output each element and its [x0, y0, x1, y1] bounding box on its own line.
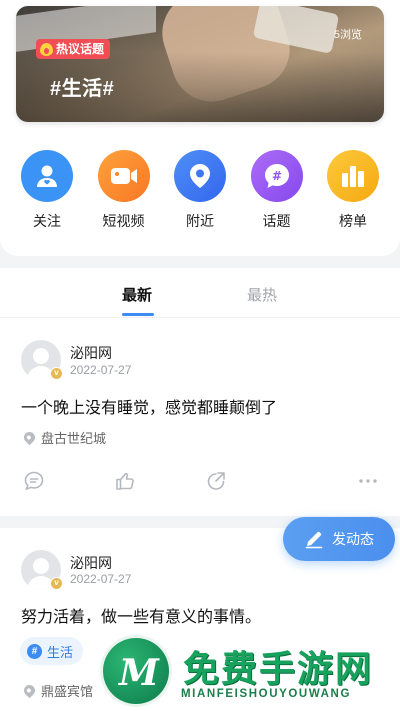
- tab-latest[interactable]: 最新: [122, 284, 152, 305]
- banner-view-count: 5浏览: [333, 29, 362, 41]
- post-location-label: 鼎盛宾馆: [41, 684, 94, 699]
- tab-hottest[interactable]: 最热: [247, 284, 277, 305]
- more-options-icon[interactable]: [357, 470, 379, 492]
- tab-active-indicator: [122, 313, 154, 316]
- nav-topics-label: 话题: [262, 213, 291, 229]
- follow-user-icon: [21, 150, 73, 202]
- post-actions: [0, 470, 400, 494]
- watermark-subtitle: MIANFEISHOUYOUWANG: [181, 688, 351, 700]
- video-camera-icon: [97, 150, 150, 202]
- post-author[interactable]: 泌阳网: [70, 343, 112, 363]
- post-card[interactable]: v 泌阳网 2022-07-27 一个晚上没有睡觉，感觉都睡颠倒了 盘古世纪城: [0, 318, 400, 516]
- fire-icon: [40, 42, 53, 56]
- hot-topic-banner[interactable]: 热议话题 #生活# 5浏览: [16, 6, 384, 122]
- nav-short-video[interactable]: 短视频: [94, 150, 154, 231]
- topic-hashtag-icon: #: [250, 150, 303, 202]
- like-icon[interactable]: [114, 470, 136, 492]
- ranking-chart-icon: [327, 150, 379, 202]
- verified-badge-icon: v: [50, 367, 63, 380]
- nav-nearby-label: 附近: [186, 213, 214, 229]
- post-location[interactable]: 鼎盛宾馆: [21, 681, 94, 700]
- top-card: 热议话题 #生活# 5浏览 关注 短视频 附近 # 话题 榜单: [0, 0, 400, 256]
- edit-pencil-icon: [305, 531, 323, 549]
- post-author[interactable]: 泌阳网: [70, 553, 112, 573]
- post-date: 2022-07-27: [70, 572, 132, 586]
- post-dynamic-button[interactable]: 发动态: [283, 517, 395, 561]
- comment-icon[interactable]: [23, 470, 45, 492]
- nav-follow[interactable]: 关注: [17, 150, 77, 231]
- hashtag-icon: #: [27, 643, 42, 659]
- verified-badge-icon: v: [50, 577, 63, 590]
- quick-nav: 关注 短视频 附近 # 话题 榜单: [0, 150, 400, 231]
- location-icon: [21, 429, 38, 446]
- location-icon: [21, 682, 38, 699]
- watermark-title: 免费手游网: [183, 648, 374, 689]
- post-content[interactable]: 一个晚上没有睡觉，感觉都睡颠倒了: [21, 394, 277, 418]
- hot-topic-badge: 热议话题: [36, 39, 111, 59]
- post-location[interactable]: 盘古世纪城: [21, 428, 107, 447]
- nav-follow-label: 关注: [33, 213, 61, 229]
- svg-text:#: #: [271, 169, 281, 183]
- location-pin-icon: [174, 150, 226, 202]
- post-date: 2022-07-27: [70, 363, 132, 377]
- post-topic-tag[interactable]: # 生活: [20, 637, 84, 665]
- post-dynamic-label: 发动态: [332, 531, 374, 547]
- nav-ranking-label: 榜单: [339, 213, 367, 229]
- feed-tabs: 最新 最热: [0, 268, 400, 318]
- nav-ranking[interactable]: 榜单: [323, 150, 383, 231]
- nav-nearby[interactable]: 附近: [170, 150, 230, 231]
- post-content[interactable]: 努力活着，做一些有意义的事情。: [21, 603, 261, 627]
- post-topic-label: 生活: [47, 644, 74, 660]
- share-icon[interactable]: [205, 470, 227, 492]
- nav-short-video-label: 短视频: [102, 213, 145, 229]
- post-location-label: 盘古世纪城: [41, 431, 107, 446]
- watermark-logo-icon: M: [103, 638, 169, 704]
- hot-topic-badge-label: 热议话题: [56, 42, 105, 56]
- banner-topic-title: #生活#: [50, 78, 115, 100]
- watermark: M 免费手游网 MIANFEISHOUYOUWANG: [103, 636, 393, 708]
- nav-topics[interactable]: # 话题: [247, 150, 307, 231]
